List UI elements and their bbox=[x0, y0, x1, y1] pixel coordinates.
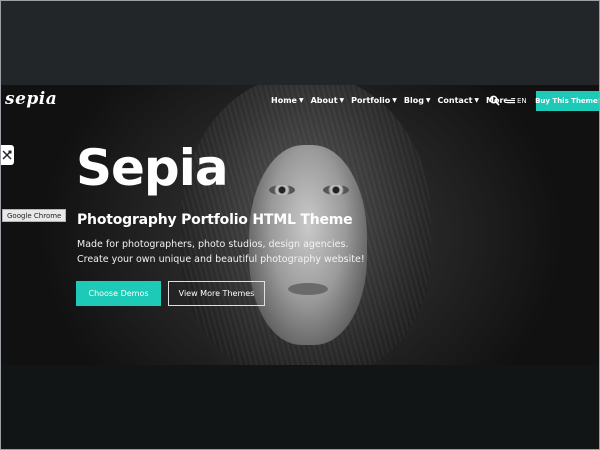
right-eye bbox=[323, 185, 349, 195]
lips bbox=[288, 283, 328, 295]
chevron-down-icon: ▼ bbox=[392, 97, 397, 104]
browser-tooltip: Google Chrome bbox=[2, 209, 67, 222]
nav-item-label: About bbox=[310, 96, 338, 105]
chevron-down-icon: ▼ bbox=[425, 97, 431, 104]
buy-theme-button[interactable]: Buy This Theme! bbox=[535, 91, 600, 111]
main-nav: Home ▼ About ▼ Portfolio ▼ Blog ▼ Contac… bbox=[271, 96, 515, 105]
chevron-down-icon: ▼ bbox=[298, 97, 304, 104]
search-icon[interactable] bbox=[489, 95, 500, 106]
nav-item-home[interactable]: Home ▼ bbox=[271, 96, 304, 105]
chevron-down-icon: ▼ bbox=[339, 97, 345, 104]
nav-item-label: Blog bbox=[403, 96, 424, 105]
site-logo[interactable]: sepia bbox=[5, 89, 57, 109]
tools-tab[interactable] bbox=[0, 145, 14, 165]
hero-description-line-2: Create your own unique and beautiful pho… bbox=[77, 254, 365, 265]
hero-subtitle: Photography Portfolio HTML Theme bbox=[77, 212, 353, 228]
view-more-themes-button[interactable]: View More Themes bbox=[168, 281, 265, 306]
nav-item-label: Portfolio bbox=[351, 96, 391, 105]
hero-description: Made for photographers, photo studios, d… bbox=[77, 237, 365, 267]
page-bottom-area bbox=[1, 365, 599, 449]
nav-item-blog[interactable]: Blog ▼ bbox=[404, 96, 431, 105]
language-label: EN bbox=[517, 97, 527, 105]
choose-demos-button[interactable]: Choose Demos bbox=[76, 281, 161, 306]
language-switcher[interactable]: EN bbox=[507, 97, 527, 105]
chevron-down-icon: ▼ bbox=[474, 97, 480, 104]
left-eye bbox=[269, 185, 295, 195]
nav-item-label: Home bbox=[271, 96, 297, 105]
wrench-icon bbox=[2, 150, 12, 160]
uk-flag-icon bbox=[507, 98, 515, 104]
nav-item-about[interactable]: About ▼ bbox=[311, 96, 345, 105]
nav-item-label: Contact bbox=[437, 96, 473, 105]
hero-description-line-1: Made for photographers, photo studios, d… bbox=[77, 239, 349, 250]
browser-top-area bbox=[1, 1, 599, 85]
nav-item-contact[interactable]: Contact ▼ bbox=[438, 96, 479, 105]
hero-title: Sepia bbox=[76, 139, 229, 197]
nav-item-portfolio[interactable]: Portfolio ▼ bbox=[351, 96, 397, 105]
